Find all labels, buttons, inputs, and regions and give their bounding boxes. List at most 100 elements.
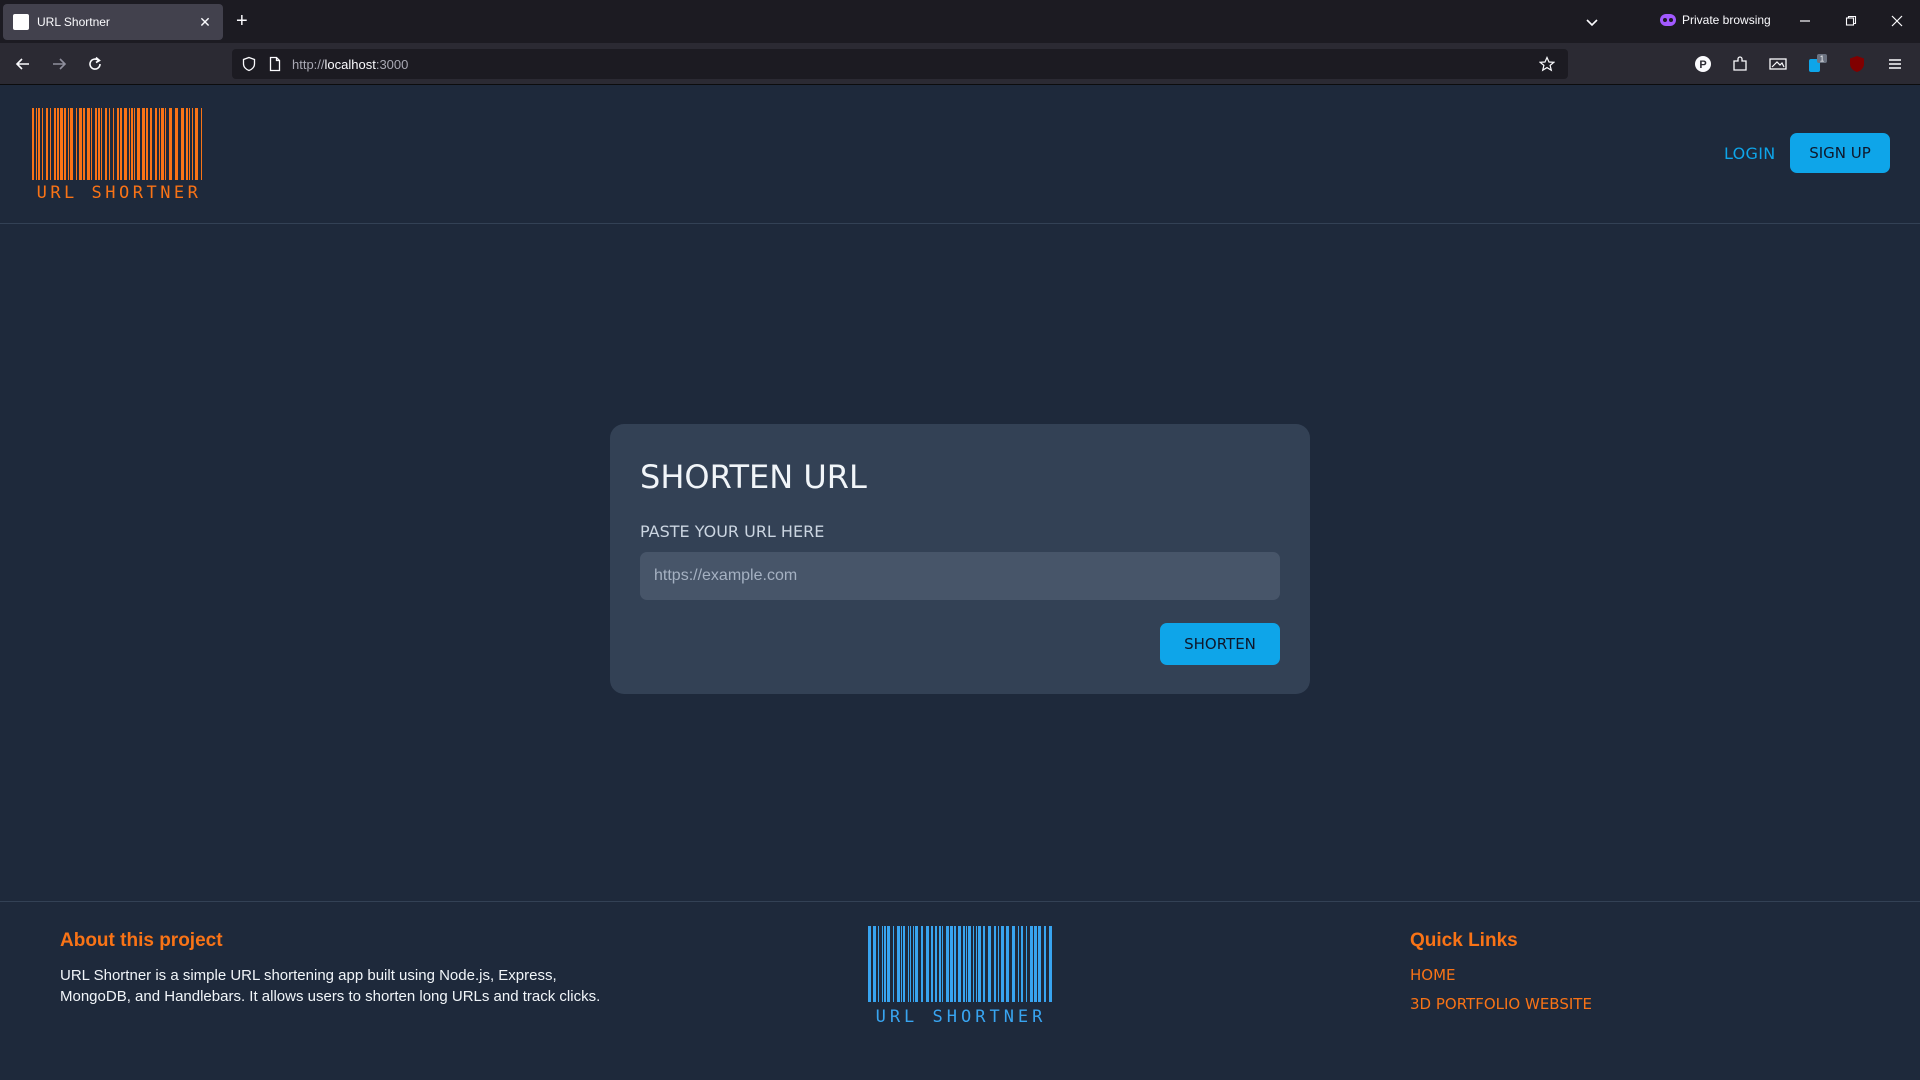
extension-badge-icon[interactable]: 1 (1806, 53, 1828, 75)
barcode-bar (973, 926, 974, 1002)
card-title: SHORTEN URL (640, 458, 867, 496)
barcode-bar (976, 926, 977, 1002)
barcode-bar (958, 926, 961, 1002)
barcode-bar (150, 108, 152, 180)
extension-badge-count: 1 (1820, 55, 1825, 64)
barcode-bar (1034, 926, 1037, 1002)
barcode-bar (1018, 926, 1019, 1002)
barcode-bar (963, 926, 965, 1002)
tab-title: URL Shortner (37, 15, 110, 29)
barcode-bar (98, 108, 100, 180)
tracking-shield-icon[interactable] (238, 53, 260, 75)
close-window-icon[interactable] (1885, 10, 1909, 34)
ublock-shield-icon[interactable] (1846, 53, 1868, 75)
barcode-bar (91, 108, 92, 180)
barcode-bar (165, 108, 166, 180)
barcode-bar (966, 926, 967, 1002)
barcode-bar (950, 926, 953, 1002)
barcode-bar (54, 108, 56, 180)
barcode-bar (884, 926, 886, 1002)
site-header: URL SHORTNER LOGIN SIGN UP (0, 86, 1920, 224)
barcode-bar (978, 926, 981, 1002)
back-arrow-icon[interactable] (12, 53, 34, 75)
minimize-icon[interactable] (1793, 10, 1817, 34)
footer-logo-text: URL SHORTNER (876, 1007, 1047, 1026)
barcode-bar (117, 108, 119, 180)
browser-nav-bar: http://localhost:3000 P 1 (0, 43, 1920, 85)
barcode-bar (32, 108, 34, 180)
barcode-bar (76, 108, 77, 180)
barcode-bar (129, 108, 130, 180)
site-footer: About this project URL Shortner is a sim… (0, 901, 1920, 1080)
url-port: :3000 (375, 57, 409, 72)
barcode-bar (887, 926, 890, 1002)
reload-icon[interactable] (84, 53, 106, 75)
barcode-bar (926, 926, 929, 1002)
about-text: URL Shortner is a simple URL shortening … (60, 967, 601, 1005)
page-content: URL SHORTNER LOGIN SIGN UP SHORTEN URL P… (0, 86, 1920, 1080)
barcode-bar (105, 108, 107, 180)
shorten-button[interactable]: SHORTEN (1160, 623, 1280, 665)
pocket-icon[interactable]: P (1692, 53, 1714, 75)
barcode-bar (155, 108, 157, 180)
login-link[interactable]: LOGIN (1724, 144, 1776, 163)
url-scheme: http:// (292, 57, 325, 72)
barcode-bar (983, 926, 985, 1002)
barcode-bar (175, 108, 178, 180)
barcode-bar (42, 108, 43, 180)
barcode-bar (994, 926, 996, 1002)
footer-logo-barcode-bars (868, 926, 1052, 1002)
forward-arrow-icon[interactable] (48, 53, 70, 75)
logo-barcode-bars (32, 108, 202, 180)
page-favicon-icon (13, 14, 29, 30)
quick-link-home[interactable]: HOME (1410, 966, 1456, 984)
quick-link-portfolio[interactable]: 3D PORTFOLIO WEBSITE (1410, 995, 1592, 1013)
barcode-bar (46, 108, 48, 180)
extensions-puzzle-icon[interactable] (1729, 53, 1751, 75)
address-bar[interactable]: http://localhost:3000 (232, 49, 1568, 79)
logo-text: URL SHORTNER (37, 183, 202, 202)
barcode-bar (913, 926, 914, 1002)
url-text: http://localhost:3000 (292, 57, 408, 72)
site-logo[interactable]: URL SHORTNER (30, 108, 208, 202)
new-tab-button[interactable]: + (236, 10, 248, 32)
barcode-bar (931, 926, 933, 1002)
barcode-bar (83, 108, 85, 180)
barcode-bar (159, 108, 160, 180)
barcode-bar (64, 108, 66, 180)
barcode-bar (169, 108, 172, 180)
barcode-bar (878, 926, 879, 1002)
barcode-bar (1030, 926, 1033, 1002)
screenshot-icon[interactable] (1767, 53, 1789, 75)
list-all-tabs-icon[interactable] (1582, 12, 1602, 32)
barcode-bar (79, 108, 82, 180)
barcode-bar (113, 108, 114, 180)
barcode-bar (1044, 926, 1046, 1002)
browser-tab[interactable]: URL Shortner ✕ (3, 4, 223, 40)
barcode-bar (192, 108, 193, 180)
signup-button[interactable]: SIGN UP (1790, 133, 1890, 173)
barcode-bar (910, 926, 911, 1002)
svg-text:P: P (1699, 59, 1706, 71)
page-info-icon[interactable] (264, 53, 286, 75)
barcode-bar (968, 926, 971, 1002)
close-tab-icon[interactable]: ✕ (197, 14, 213, 31)
barcode-bar (946, 926, 949, 1002)
barcode-bar (142, 108, 145, 180)
barcode-bar (1038, 926, 1041, 1002)
barcode-bar (908, 926, 909, 1002)
barcode-bar (95, 108, 97, 180)
barcode-bar (161, 108, 164, 180)
barcode-bar (921, 926, 923, 1002)
shorten-url-card: SHORTEN URL PASTE YOUR URL HERE SHORTEN (610, 424, 1310, 694)
barcode-bar (201, 108, 202, 180)
barcode-bar (87, 108, 90, 180)
barcode-bar (873, 926, 876, 1002)
barcode-bar (38, 108, 40, 180)
barcode-bar (942, 926, 943, 1002)
bookmark-star-icon[interactable] (1536, 53, 1558, 75)
app-menu-icon[interactable] (1884, 53, 1906, 75)
restore-icon[interactable] (1839, 10, 1863, 34)
barcode-bar (109, 108, 110, 180)
url-input[interactable] (640, 552, 1280, 600)
